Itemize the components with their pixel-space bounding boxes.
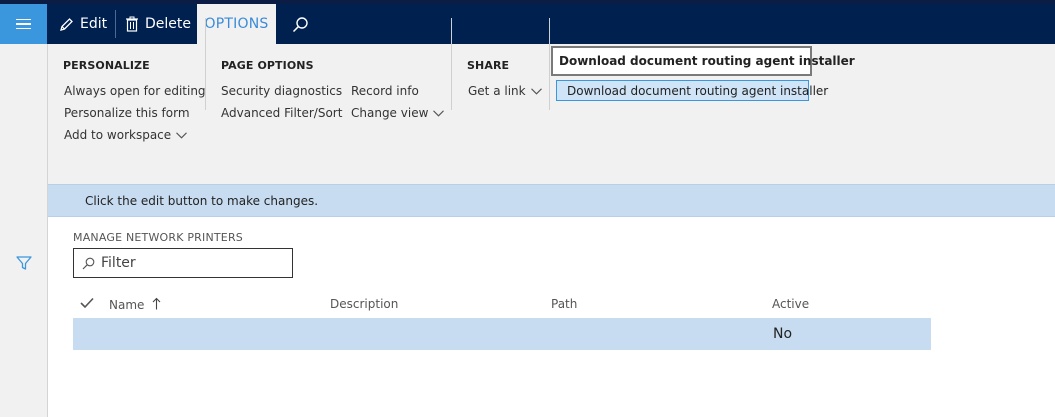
chevron-down-icon [433,110,445,117]
column-header-name[interactable]: Name [109,297,161,312]
page-options-group-title: PAGE OPTIONS [221,59,314,72]
get-a-link-dropdown[interactable]: Get a link [468,84,542,98]
chevron-down-icon [176,132,188,139]
column-header-active[interactable]: Active [772,297,809,311]
pencil-icon [60,17,73,31]
info-message-text: Click the edit button to make changes. [85,193,319,208]
active-cell: No [773,326,793,342]
delete-label: Delete [145,16,191,32]
sort-ascending-icon [152,297,161,310]
personalize-group-title: PERSONALIZE [63,59,150,72]
select-all-checkmark-icon[interactable] [80,297,94,309]
info-message-bar: Click the edit button to make changes. [48,184,1055,217]
record-info-link[interactable]: Record info [351,84,419,98]
share-group-title: SHARE [467,59,510,72]
add-to-workspace-label: Add to workspace [64,128,172,142]
ribbon-divider [549,18,550,110]
navigation-menu-button[interactable] [0,4,47,44]
download-installer-tooltip: Download document routing agent installe… [551,46,855,76]
toolbar-divider [115,10,116,38]
download-installer-button[interactable]: Download document routing agent installe… [556,80,828,101]
security-diagnostics-link[interactable]: Security diagnostics [221,84,342,98]
ribbon-divider [451,18,452,110]
filter-icon[interactable] [16,255,32,271]
column-header-path[interactable]: Path [551,297,577,311]
page-title: MANAGE NETWORK PRINTERS [73,231,243,244]
column-header-name-label: Name [109,298,145,312]
add-to-workspace-dropdown[interactable]: Add to workspace [64,128,188,142]
edit-label: Edit [80,16,108,32]
advanced-filter-sort-link[interactable]: Advanced Filter/Sort [221,106,342,120]
trash-icon [126,16,138,32]
chevron-down-icon [530,88,542,95]
personalize-this-form-link[interactable]: Personalize this form [64,106,190,120]
change-view-label: Change view [351,106,429,120]
filter-placeholder: Filter [101,255,136,271]
search-icon [82,257,95,269]
search-icon [292,16,308,32]
column-header-description[interactable]: Description [330,297,398,311]
delete-button[interactable]: Delete [125,4,191,44]
ribbon-divider [205,18,206,110]
filter-input[interactable]: Filter [73,248,293,278]
left-nav-pane [0,44,48,417]
search-button[interactable] [292,4,309,44]
table-row[interactable]: No [73,318,931,350]
hamburger-icon [16,18,31,30]
edit-button[interactable]: Edit [59,4,107,44]
get-a-link-label: Get a link [468,84,526,98]
tab-options[interactable]: OPTIONS [197,4,276,44]
change-view-dropdown[interactable]: Change view [351,106,445,120]
always-open-for-editing-link[interactable]: Always open for editing [64,84,206,98]
